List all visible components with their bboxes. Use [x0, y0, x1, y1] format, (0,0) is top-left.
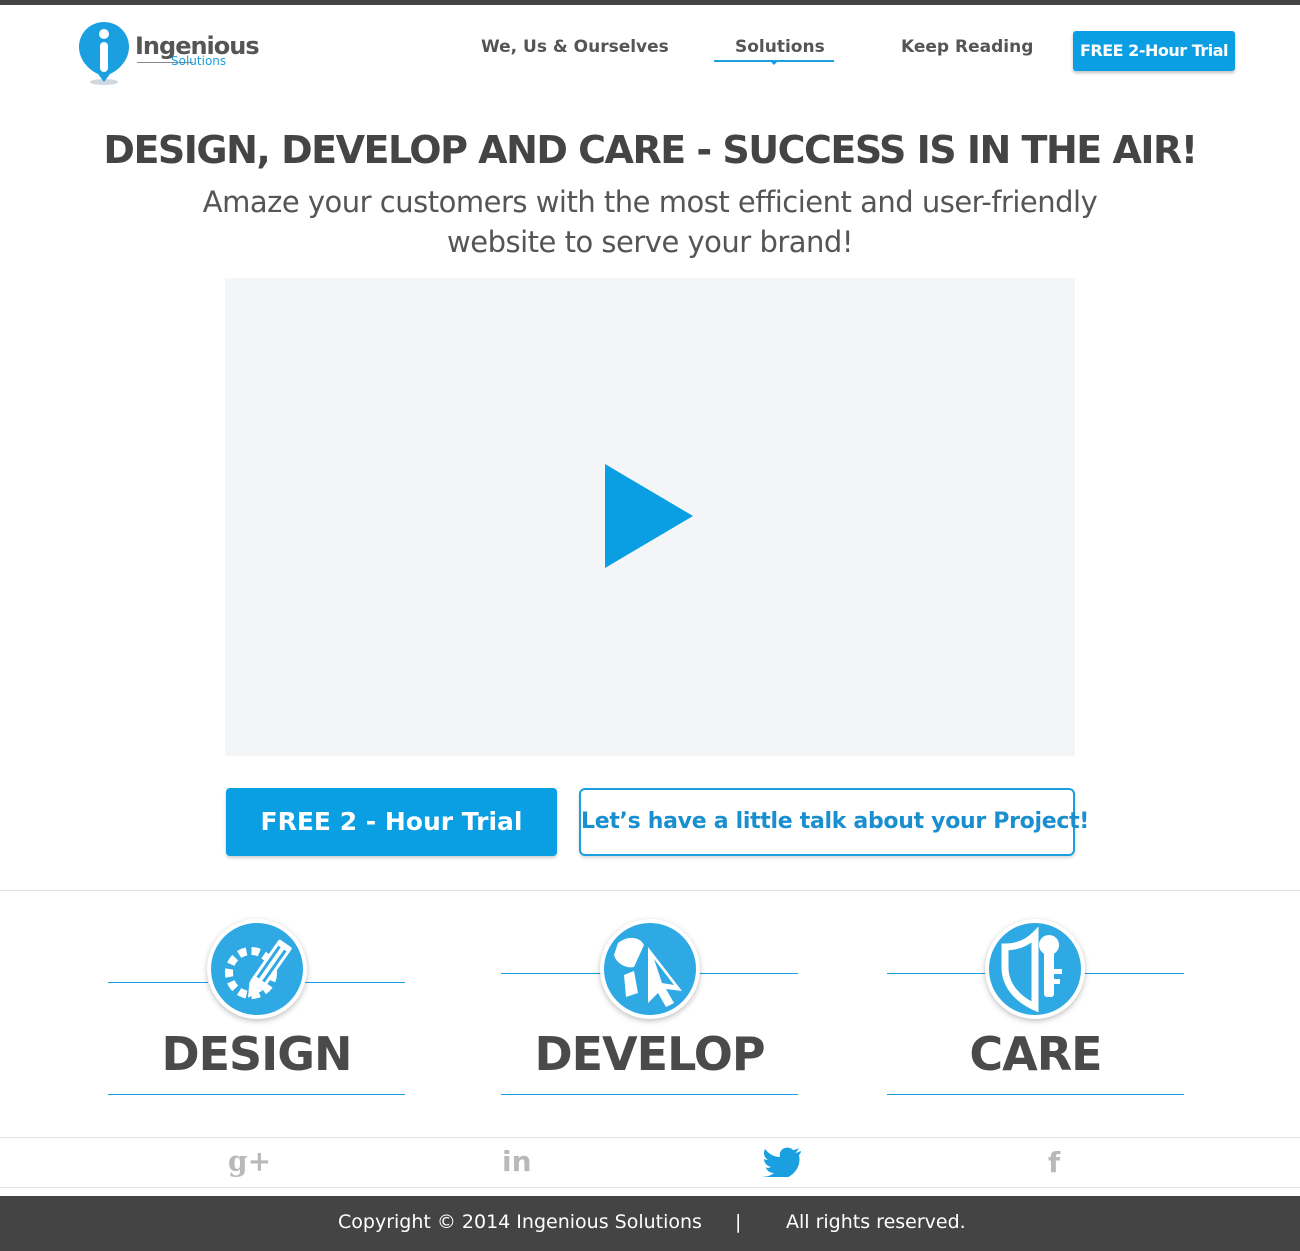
talk-about-project-button[interactable]: Let’s have a little talk about your Proj…: [579, 788, 1089, 856]
footer-rights: All rights reserved.: [786, 1211, 966, 1233]
feature-underline: [501, 1094, 798, 1095]
hero-subtitle: Amaze your customers with the most effic…: [200, 182, 1100, 262]
top-bar: [0, 0, 1300, 5]
google-plus-icon[interactable]: g+: [228, 1145, 271, 1178]
feature-label-care: CARE: [969, 1027, 1102, 1081]
footer: Copyright © 2014 Ingenious Solutions | A…: [0, 1196, 1300, 1251]
nav-solutions[interactable]: Solutions: [735, 37, 825, 57]
feature-rule: [305, 982, 405, 983]
section-divider: [0, 890, 1300, 891]
header-free-trial-button[interactable]: FREE 2-Hour Trial: [1073, 31, 1235, 71]
feature-underline: [887, 1094, 1184, 1095]
feature-rule: [698, 973, 798, 974]
social-top-divider: [0, 1137, 1300, 1138]
feature-care: CARE: [887, 915, 1184, 1095]
nav-active-caret: [769, 60, 779, 65]
design-gear-pencil-icon: [207, 919, 307, 1019]
care-shield-icon: [985, 919, 1085, 1019]
feature-rule: [887, 973, 987, 974]
social-bottom-divider: [0, 1187, 1300, 1188]
linkedin-icon[interactable]: in: [502, 1145, 532, 1178]
hero-subtitle-line-1: Amaze your customers with the most effic…: [202, 185, 1098, 219]
hero-title: DESIGN, DEVELOP AND CARE - SUCCESS IS IN…: [103, 128, 1198, 172]
footer-separator: |: [735, 1211, 742, 1233]
feature-design: DESIGN: [108, 915, 405, 1095]
nav-keep-reading[interactable]: Keep Reading: [901, 37, 1033, 57]
play-icon[interactable]: [605, 464, 693, 568]
logo-mark-icon: [79, 22, 129, 85]
logo[interactable]: Ingenious Solutions: [78, 20, 268, 86]
feature-rule: [108, 982, 208, 983]
develop-cursor-icon: [600, 919, 700, 1019]
feature-develop: DEVELOP: [501, 915, 798, 1095]
feature-label-develop: DEVELOP: [534, 1027, 765, 1081]
feature-underline: [108, 1094, 405, 1095]
feature-rule: [501, 973, 601, 974]
nav-we-us-ourselves[interactable]: We, Us & Ourselves: [481, 37, 669, 57]
feature-label-design: DESIGN: [161, 1027, 352, 1081]
free-trial-button[interactable]: FREE 2 - Hour Trial: [226, 788, 557, 856]
footer-copyright: Copyright © 2014 Ingenious Solutions: [338, 1211, 702, 1233]
feature-rule: [1084, 973, 1184, 974]
video-player[interactable]: [225, 278, 1075, 756]
twitter-icon[interactable]: [763, 1147, 803, 1181]
logo-subtitle: Solutions: [171, 54, 227, 68]
hero-subtitle-line-2: website to serve your brand!: [447, 225, 853, 259]
facebook-icon[interactable]: f: [1048, 1146, 1060, 1179]
